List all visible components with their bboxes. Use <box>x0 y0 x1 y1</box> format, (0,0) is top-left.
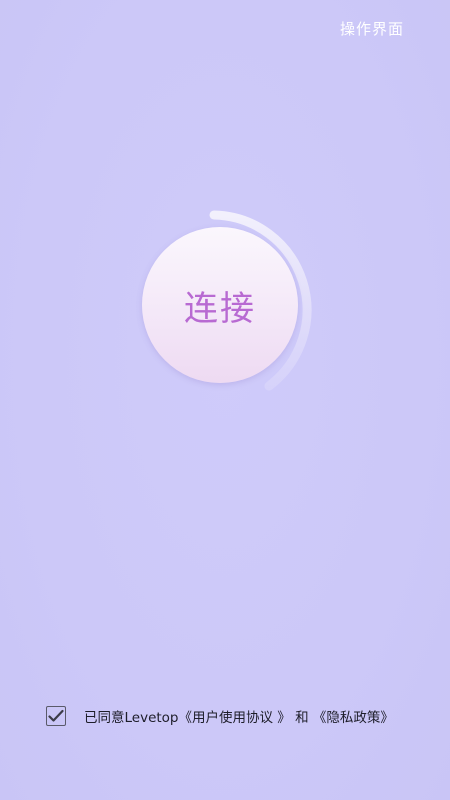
privacy-policy-link[interactable]: 《隐私政策》 <box>313 710 394 726</box>
check-icon <box>48 709 64 722</box>
connect-button[interactable]: 连接 <box>142 227 298 383</box>
operation-interface-link[interactable]: 操作界面 <box>340 18 404 39</box>
agreement-text: 已同意Levetop《用户使用协议 》 和 《隐私政策》 <box>84 706 394 726</box>
agreement-and: 和 <box>295 710 309 726</box>
agreement-row: 已同意Levetop《用户使用协议 》 和 《隐私政策》 <box>46 706 394 726</box>
agreement-prefix: 已同意Levetop <box>84 710 179 726</box>
user-agreement-link[interactable]: 《用户使用协议 》 <box>179 710 291 726</box>
agreement-checkbox[interactable] <box>46 706 66 726</box>
connect-button-label: 连接 <box>184 288 256 329</box>
app-screen: 操作界面 连接 已同意Levetop《用户使用协议 》 和 《隐私政策》 <box>0 0 450 800</box>
